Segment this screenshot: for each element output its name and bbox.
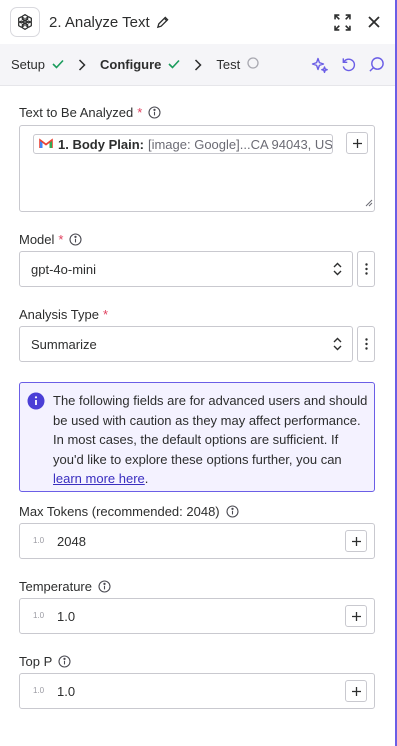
top-p-value: 1.0 — [57, 684, 76, 699]
field-label-text: Text to Be Analyzed — [19, 105, 134, 120]
check-icon — [168, 57, 180, 72]
info-icon[interactable] — [226, 505, 239, 518]
panel-header: 2. Analyze Text — [0, 0, 395, 44]
field-label-text: Analysis Type — [19, 307, 99, 322]
advanced-fields-notice: The following fields are for advanced us… — [19, 382, 375, 492]
number-type-icon: 1.0 — [33, 686, 45, 695]
close-icon[interactable] — [365, 13, 383, 31]
panel: 2. Analyze Text Setup Configure Test Tex… — [0, 0, 397, 746]
text-to-analyze-field[interactable]: 1. Body Plain: [image: Google]...CA 9404… — [19, 125, 375, 212]
select-chevron-icon — [333, 262, 342, 276]
resize-handle-icon[interactable] — [365, 195, 373, 210]
chevron-right-icon — [78, 58, 86, 71]
analysis-type-select[interactable]: Summarize — [19, 326, 353, 362]
check-icon — [52, 57, 64, 72]
temperature-field[interactable]: 1.0 1.0 — [19, 598, 375, 634]
number-type-icon: 1.0 — [33, 536, 45, 545]
field-label-text: Top P — [19, 654, 53, 669]
notice-text: The following fields are for advanced us… — [53, 391, 369, 489]
info-icon[interactable] — [98, 580, 111, 593]
tab-test[interactable]: Test — [216, 57, 259, 72]
info-icon[interactable] — [69, 233, 83, 246]
ai-sparkle-icon[interactable] — [311, 56, 329, 74]
openai-logo-icon — [10, 7, 40, 37]
max-tokens-value: 2048 — [57, 534, 86, 549]
text-to-analyze-label: Text to Be Analyzed * — [19, 105, 161, 120]
info-icon[interactable] — [148, 106, 161, 119]
number-type-icon: 1.0 — [33, 611, 45, 620]
comment-icon[interactable] — [367, 56, 385, 74]
temperature-label: Temperature — [19, 579, 111, 594]
pending-circle-icon — [247, 57, 259, 72]
step-tabs: Setup Configure Test — [0, 44, 395, 86]
model-select-value: gpt-4o-mini — [31, 262, 97, 277]
field-label-text: Model — [19, 232, 55, 247]
chevron-right-icon — [194, 58, 202, 71]
required-asterisk: * — [58, 232, 64, 247]
model-label: Model * — [19, 232, 83, 247]
info-filled-icon — [27, 392, 45, 413]
model-select[interactable]: gpt-4o-mini — [19, 251, 353, 287]
tab-configure-label: Configure — [99, 57, 162, 72]
temperature-value: 1.0 — [57, 609, 76, 624]
tab-test-label: Test — [216, 57, 241, 72]
notice-period: . — [144, 471, 149, 486]
expand-icon[interactable] — [333, 13, 351, 31]
tab-configure[interactable]: Configure — [100, 57, 180, 72]
top-p-field[interactable]: 1.0 1.0 — [19, 673, 375, 709]
gmail-icon — [39, 137, 53, 152]
mapped-field-pill[interactable]: 1. Body Plain: [image: Google]...CA 9404… — [33, 134, 333, 154]
undo-icon[interactable] — [339, 56, 357, 74]
top-p-label: Top P — [19, 654, 71, 669]
pill-step-label: 1. Body Plain: — [58, 136, 144, 152]
edit-title-icon[interactable] — [156, 15, 169, 29]
field-label-text: Max Tokens (recommended: 2048) — [19, 504, 220, 519]
max-tokens-label: Max Tokens (recommended: 2048) — [19, 504, 239, 519]
tab-setup[interactable]: Setup — [11, 57, 64, 72]
required-asterisk: * — [102, 307, 109, 322]
insert-data-button[interactable] — [345, 530, 367, 552]
insert-data-button[interactable] — [346, 132, 368, 154]
pill-value: [image: Google]...CA 94043, USA — [147, 136, 333, 152]
analysis-type-options-button[interactable] — [357, 326, 375, 362]
insert-data-button[interactable] — [345, 680, 367, 702]
field-label-text: Temperature — [19, 579, 92, 594]
select-chevron-icon — [333, 337, 342, 351]
step-title: 2. Analyze Text — [49, 13, 150, 31]
tab-setup-label: Setup — [11, 57, 45, 72]
analysis-type-label: Analysis Type * — [19, 307, 108, 322]
required-asterisk: * — [137, 105, 143, 120]
learn-more-link[interactable]: learn more here — [53, 471, 145, 486]
insert-data-button[interactable] — [345, 605, 367, 627]
notice-body: The following fields are for advanced us… — [53, 393, 368, 467]
info-icon[interactable] — [58, 655, 71, 668]
model-options-button[interactable] — [357, 251, 375, 287]
analysis-type-select-value: Summarize — [31, 337, 97, 352]
max-tokens-field[interactable]: 1.0 2048 — [19, 523, 375, 559]
